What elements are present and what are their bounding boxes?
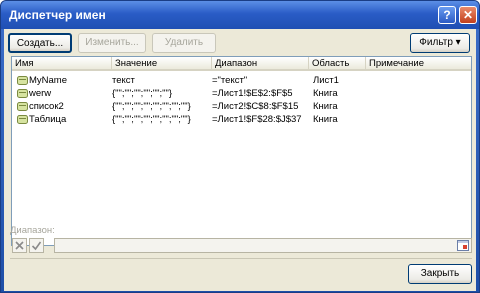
row-comment	[368, 74, 468, 87]
confirm-edit-button[interactable]	[29, 238, 44, 253]
title-bar[interactable]: Диспетчер имен	[1, 1, 479, 29]
row-scope: Книга	[313, 101, 338, 112]
cancel-x-icon	[15, 241, 24, 250]
row-comment	[368, 87, 468, 100]
row-value: {"";"";"";"";"";"";"";""}	[112, 101, 191, 112]
range-field[interactable]	[54, 238, 472, 253]
close-window-button[interactable]: ✕	[459, 6, 477, 24]
row-name: Таблица	[29, 114, 67, 125]
column-header-comment[interactable]: Примечание	[366, 57, 471, 71]
row-name: MyName	[29, 75, 68, 86]
list-header: Имя Значение Диапазон Область Примечание	[12, 57, 471, 71]
range-select-icon[interactable]	[457, 240, 469, 251]
row-range: =Лист2!$C$8:$F$15	[212, 101, 299, 112]
row-value: {"";"";"";"";"";""}	[112, 88, 173, 99]
name-tag-icon	[17, 89, 28, 98]
name-tag-icon	[17, 76, 28, 85]
list-item[interactable]: список2 {"";"";"";"";"";"";"";""} =Лист2…	[12, 100, 471, 113]
row-range: =Лист1!$F$28:$J$37	[212, 114, 302, 125]
column-header-scope[interactable]: Область	[309, 57, 366, 71]
footer-divider	[10, 258, 472, 259]
filter-button[interactable]: Фильтр ▾	[410, 33, 470, 53]
row-name: werw	[29, 88, 52, 99]
dialog-body: Создать... Изменить... Удалить Фильтр ▾ …	[4, 29, 476, 291]
column-header-range[interactable]: Диапазон	[212, 57, 309, 71]
edit-button[interactable]: Изменить...	[78, 33, 146, 53]
list-item[interactable]: werw {"";"";"";"";"";""} =Лист1!$E$2:$F$…	[12, 87, 471, 100]
name-tag-icon	[17, 115, 28, 124]
row-value: {"";"";"";"";"";"";"";""}	[112, 114, 191, 125]
list-item[interactable]: MyName текст ="текст" Лист1	[12, 74, 471, 87]
row-comment	[368, 113, 468, 126]
row-name: список2	[29, 101, 64, 112]
name-manager-window: Диспетчер имен ? ✕ Создать... Изменить..…	[0, 0, 480, 293]
create-button[interactable]: Создать...	[8, 33, 72, 53]
names-list[interactable]: Имя Значение Диапазон Область Примечание…	[11, 56, 472, 246]
delete-button[interactable]: Удалить	[152, 33, 216, 53]
row-scope: Лист1	[313, 75, 339, 86]
column-header-value[interactable]: Значение	[112, 57, 212, 71]
name-tag-icon	[17, 102, 28, 111]
range-label: Диапазон:	[10, 225, 55, 236]
window-title: Диспетчер имен	[9, 8, 106, 22]
row-range: ="текст"	[212, 75, 248, 86]
cancel-edit-button[interactable]	[12, 238, 27, 253]
help-button[interactable]: ?	[438, 6, 456, 24]
row-value: текст	[112, 75, 135, 86]
row-comment	[368, 100, 468, 113]
row-scope: Книга	[313, 114, 338, 125]
list-item[interactable]: Таблица {"";"";"";"";"";"";"";""} =Лист1…	[12, 113, 471, 126]
row-range: =Лист1!$E$2:$F$5	[212, 88, 293, 99]
column-header-name[interactable]: Имя	[12, 57, 112, 71]
close-button[interactable]: Закрыть	[408, 264, 472, 284]
row-scope: Книга	[313, 88, 338, 99]
checkmark-icon	[31, 241, 42, 251]
